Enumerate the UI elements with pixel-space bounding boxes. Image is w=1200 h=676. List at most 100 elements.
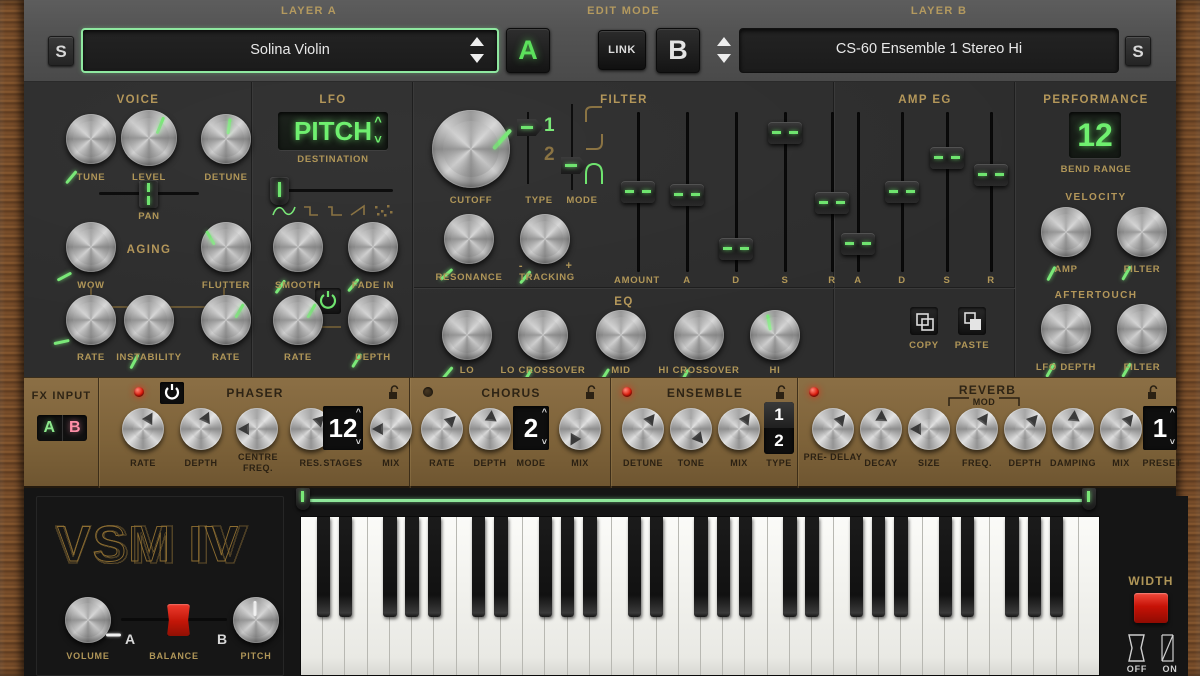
knob-lfo-smooth[interactable] <box>273 222 323 295</box>
black-key[interactable] <box>961 517 975 617</box>
black-key[interactable] <box>783 517 797 617</box>
patch-b-stepper[interactable] <box>714 36 734 64</box>
black-key[interactable] <box>383 517 397 617</box>
knob-detune[interactable] <box>201 114 251 164</box>
black-key[interactable] <box>427 517 441 617</box>
knob-reverb-pre-delay[interactable] <box>812 408 854 450</box>
black-key[interactable] <box>738 517 753 617</box>
phaser-lock-icon[interactable] <box>388 385 401 400</box>
filter-mode-track[interactable] <box>571 104 573 190</box>
knob-phaser-rate[interactable] <box>122 408 164 450</box>
patch-a-stepper[interactable] <box>467 36 487 64</box>
key-range-low-handle[interactable] <box>296 488 310 510</box>
phaser-sync-button[interactable] <box>160 382 184 404</box>
solo-b-button[interactable]: S <box>1125 36 1151 66</box>
knob-velocity-filter[interactable] <box>1117 207 1167 281</box>
slider-track-amp-r[interactable] <box>990 112 993 272</box>
knob-flutter[interactable] <box>201 222 251 272</box>
black-key[interactable] <box>561 517 575 617</box>
copy-button[interactable] <box>910 307 938 335</box>
patch-a-display[interactable]: Solina Violin <box>81 28 499 73</box>
ensemble-type-1[interactable]: 1 <box>764 402 794 428</box>
black-key[interactable] <box>494 517 508 617</box>
black-key[interactable] <box>627 517 641 617</box>
black-key[interactable] <box>849 517 864 617</box>
fx-input-b[interactable]: B <box>63 415 88 441</box>
black-key[interactable] <box>1049 517 1064 617</box>
knob-level[interactable] <box>121 110 177 166</box>
knob-reverb-freq[interactable] <box>956 408 998 450</box>
slider-thumb-filter-a[interactable] <box>670 183 704 206</box>
black-key[interactable] <box>805 517 819 617</box>
knob-lfo-depth[interactable] <box>348 295 398 369</box>
key-range-high-handle[interactable] <box>1082 488 1096 510</box>
knob-phaser-mix[interactable] <box>370 408 412 450</box>
phaser-stages-down[interactable]: ˅ <box>356 438 361 447</box>
black-key[interactable] <box>716 517 730 617</box>
knob-resonance[interactable] <box>438 214 494 281</box>
filter-mode-icons[interactable] <box>582 104 616 190</box>
knob-eq-hi-crossover[interactable] <box>674 310 724 385</box>
slider-thumb-filter-amount[interactable] <box>621 181 655 203</box>
black-key[interactable] <box>405 517 419 617</box>
bend-range-display[interactable]: 12 <box>1069 112 1121 158</box>
knob-eq-hi[interactable] <box>750 310 800 360</box>
layer-b-button[interactable]: B <box>656 28 700 73</box>
knob-phaser-centre-freq[interactable] <box>236 408 278 450</box>
black-key[interactable] <box>872 517 886 617</box>
lfo-wave-slider-thumb[interactable] <box>270 177 289 205</box>
black-key[interactable] <box>694 517 708 617</box>
fx-input-a[interactable]: A <box>37 415 62 441</box>
chorus-lock-icon[interactable] <box>585 385 598 400</box>
lfo-wave-slider-track[interactable] <box>273 189 393 192</box>
solo-a-button[interactable]: S <box>48 36 74 66</box>
knob-pitch[interactable] <box>233 597 279 643</box>
slider-track-amp-s[interactable] <box>946 112 949 272</box>
knob-reverb-depth[interactable] <box>1004 408 1046 450</box>
filter-type-option-2[interactable]: 2 <box>544 144 555 166</box>
knob-wow-rate[interactable] <box>52 295 116 346</box>
ensemble-led[interactable] <box>622 387 632 397</box>
filter-type-option-1[interactable]: 1 <box>544 115 555 137</box>
phaser-stages-up[interactable]: ^ <box>356 408 361 417</box>
chorus-mode-down[interactable]: ˅ <box>542 438 547 447</box>
slider-thumb-filter-d[interactable] <box>719 237 753 260</box>
knob-eq-mid[interactable] <box>596 310 646 384</box>
knob-ensemble-tone[interactable] <box>670 408 712 450</box>
phaser-stages-display[interactable]: 12 ^ ˅ <box>323 406 363 450</box>
slider-thumb-amp-a[interactable] <box>841 233 875 256</box>
reverb-preset-display[interactable]: 1 ^ ˅ <box>1143 406 1177 450</box>
pan-slider-thumb[interactable] <box>139 180 158 208</box>
knob-flutter-rate[interactable] <box>201 295 251 345</box>
knob-lfo-rate[interactable] <box>273 295 323 345</box>
reverb-led[interactable] <box>809 387 819 397</box>
knob-volume[interactable] <box>65 597 121 643</box>
black-key[interactable] <box>316 517 330 617</box>
knob-cutoff[interactable] <box>432 110 512 188</box>
knob-phaser-depth[interactable] <box>180 408 222 450</box>
chorus-led[interactable] <box>423 387 433 397</box>
reverb-preset-down[interactable]: ˅ <box>1170 438 1175 447</box>
chorus-mode-up[interactable]: ^ <box>542 408 547 417</box>
knob-ensemble-mix[interactable] <box>718 408 760 450</box>
link-button[interactable]: LINK <box>598 30 646 70</box>
white-key[interactable] <box>1078 517 1099 675</box>
knob-chorus-rate[interactable] <box>421 408 463 450</box>
knob-reverb-size[interactable] <box>908 408 950 450</box>
ensemble-type-toggle[interactable]: 1 2 <box>764 402 794 454</box>
fx-input-toggle[interactable]: A B <box>37 415 87 441</box>
ensemble-lock-icon[interactable] <box>775 385 788 400</box>
filter-type-thumb[interactable] <box>517 119 543 136</box>
balance-thumb[interactable] <box>167 604 190 636</box>
black-key[interactable] <box>1005 517 1019 617</box>
black-key[interactable] <box>538 517 553 617</box>
black-key[interactable] <box>938 517 953 617</box>
knob-eq-lo[interactable] <box>440 310 492 381</box>
black-key[interactable] <box>894 517 908 617</box>
knob-wow[interactable] <box>56 222 116 282</box>
knob-reverb-decay[interactable] <box>860 408 902 450</box>
lfo-destination-stepper[interactable]: ^ ˅ <box>370 114 386 148</box>
slider-thumb-amp-r[interactable] <box>974 164 1008 187</box>
knob-reverb-mix[interactable] <box>1100 408 1142 450</box>
width-button[interactable] <box>1134 593 1168 623</box>
